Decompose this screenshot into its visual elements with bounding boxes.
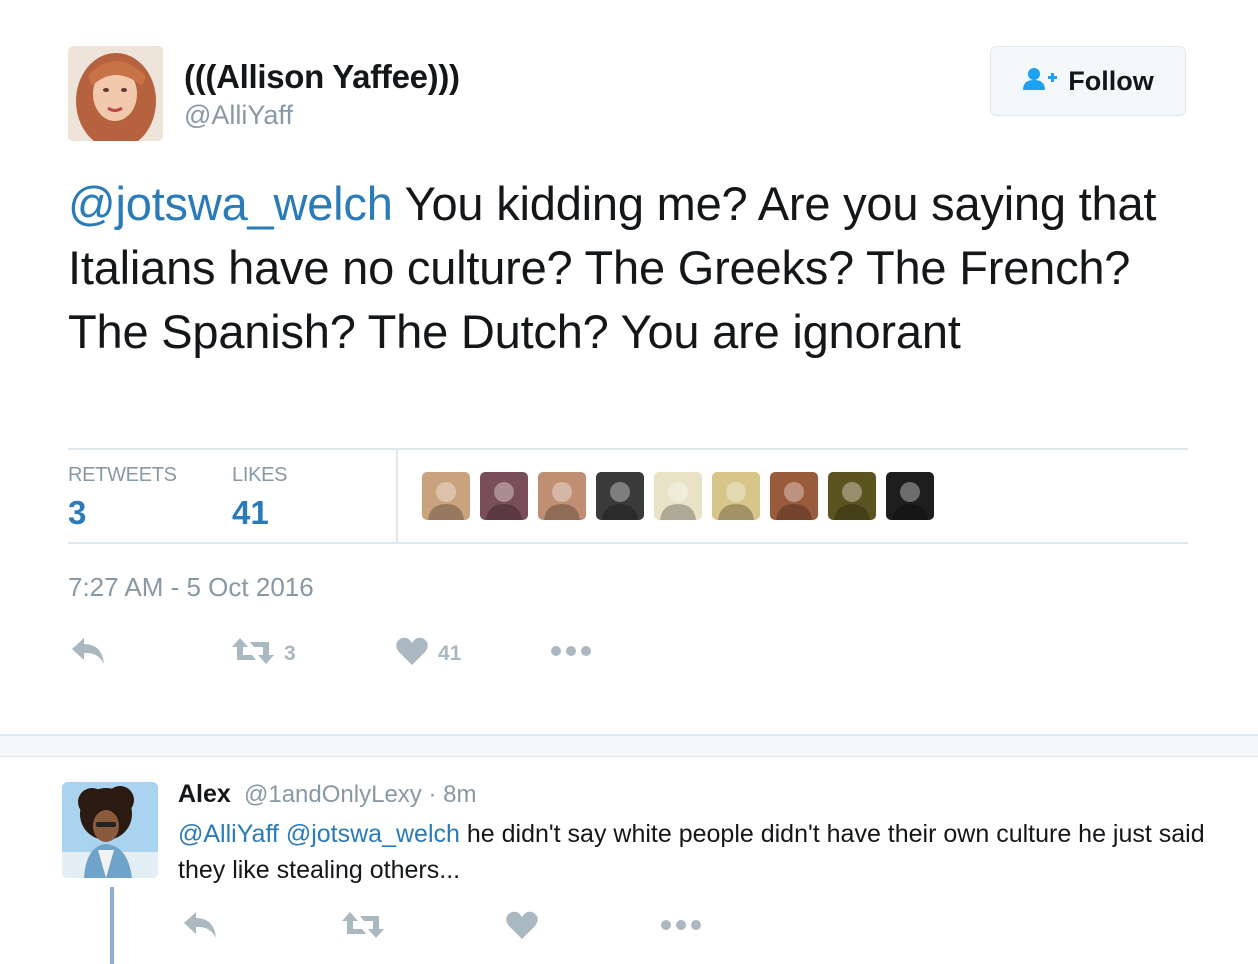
retweets-count[interactable]: 3	[68, 494, 86, 532]
liker-avatar-5[interactable]	[654, 472, 702, 520]
replies-separator-band	[0, 736, 1258, 756]
reply-author-avatar[interactable]	[62, 782, 158, 878]
like-count: 41	[438, 642, 462, 665]
reply-more-action[interactable]	[660, 914, 702, 942]
follow-button[interactable]: Follow	[990, 46, 1186, 116]
follow-user-icon	[1022, 66, 1058, 97]
reply-author-name[interactable]: Alex	[178, 780, 231, 809]
author-display-name[interactable]: (((Allison Yaffee)))	[184, 58, 460, 96]
tweet-mention-link[interactable]: @jotswa_welch	[68, 177, 393, 230]
retweet-count: 3	[284, 642, 296, 665]
stats-divider-top	[68, 448, 1188, 450]
stats-divider-bottom	[68, 542, 1188, 544]
reply-time[interactable]: · 8m	[428, 781, 476, 808]
more-icon	[660, 914, 702, 942]
heart-icon	[506, 910, 538, 946]
stats-vertical-divider	[396, 450, 398, 543]
author-avatar[interactable]	[68, 46, 163, 141]
reply-reply-action[interactable]	[182, 910, 218, 946]
reply-icon	[70, 636, 106, 672]
reply-text: @AlliYaff @jotswa_welch he didn't say wh…	[178, 816, 1218, 888]
reply-author-handle[interactable]: @1andOnlyLexy	[244, 781, 422, 808]
reply-retweet-action[interactable]	[342, 910, 384, 946]
like-action[interactable]: 41	[396, 636, 461, 672]
liker-avatar-6[interactable]	[712, 472, 760, 520]
reply-mention-2[interactable]: @jotswa_welch	[286, 820, 460, 848]
reply-mention-1[interactable]: @AlliYaff	[178, 820, 279, 848]
liker-avatar-2[interactable]	[480, 472, 528, 520]
liker-avatar-3[interactable]	[538, 472, 586, 520]
more-icon	[550, 640, 592, 668]
retweet-icon	[342, 910, 384, 946]
liker-avatar-7[interactable]	[770, 472, 818, 520]
likes-label: LIKES	[232, 464, 288, 486]
more-action[interactable]	[550, 640, 592, 668]
liker-avatar-9[interactable]	[886, 472, 934, 520]
liker-avatar-4[interactable]	[596, 472, 644, 520]
tweet-text: @jotswa_welch You kidding me? Are you sa…	[68, 172, 1188, 364]
heart-icon	[396, 636, 428, 672]
replies-separator-bottom	[0, 756, 1258, 757]
likes-count[interactable]: 41	[232, 494, 269, 532]
liker-avatar-1[interactable]	[422, 472, 470, 520]
tweet-timestamp[interactable]: 7:27 AM - 5 Oct 2016	[68, 572, 314, 603]
liker-avatar-8[interactable]	[828, 472, 876, 520]
thread-line	[110, 887, 114, 964]
reply-action[interactable]	[70, 636, 106, 672]
author-handle[interactable]: @AlliYaff	[184, 100, 293, 131]
retweets-label: RETWEETS	[68, 464, 177, 486]
retweet-action[interactable]: 3	[232, 636, 296, 672]
reply-icon	[182, 910, 218, 946]
reply-meta: @1andOnlyLexy · 8m	[244, 781, 476, 809]
reply-like-action[interactable]	[506, 910, 538, 946]
follow-button-label: Follow	[1068, 65, 1154, 96]
retweet-icon	[232, 636, 274, 672]
